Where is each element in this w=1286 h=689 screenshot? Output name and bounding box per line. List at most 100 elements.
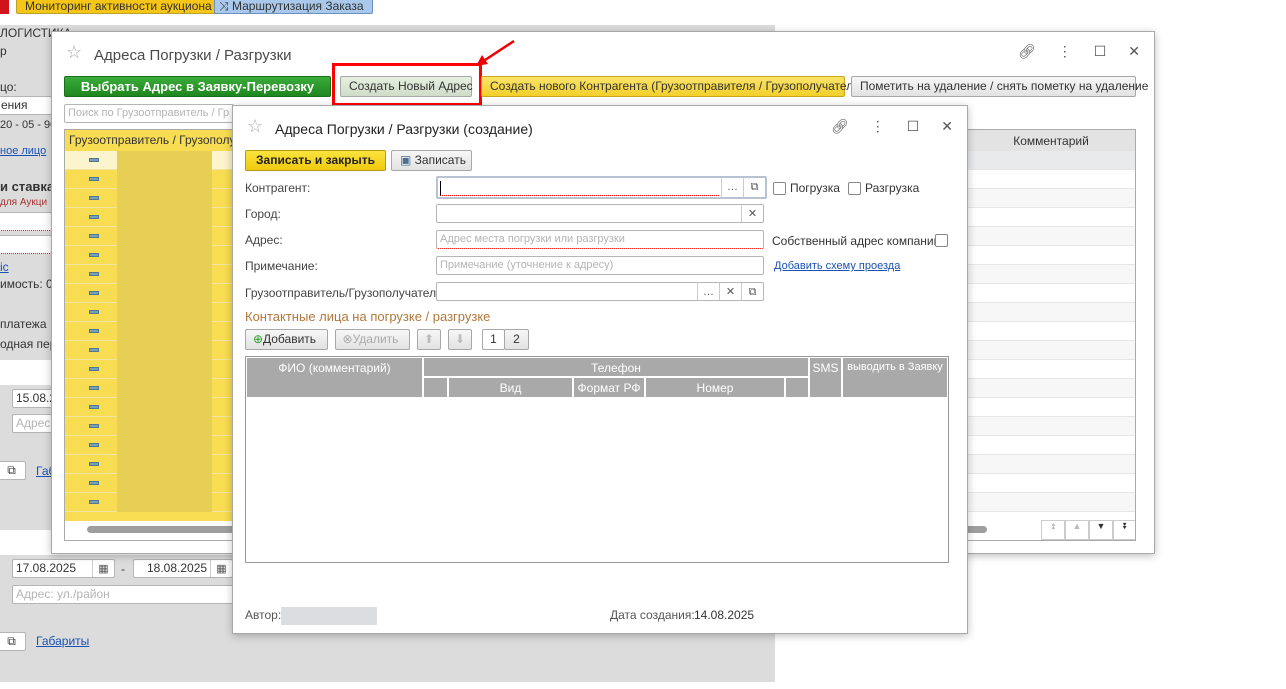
bg-field[interactable]: ения — [0, 96, 52, 115]
calendar-icon[interactable]: ▦ — [92, 560, 114, 577]
own-address-checkbox[interactable] — [935, 234, 948, 247]
table-row[interactable] — [65, 189, 233, 208]
select-button[interactable]: … — [721, 178, 743, 197]
table-row[interactable] — [65, 265, 233, 284]
table-row-comment[interactable] — [965, 246, 1135, 265]
table-row-comment[interactable] — [965, 208, 1135, 227]
more-icon[interactable]: ⋮ — [1058, 43, 1072, 60]
date-from-field[interactable]: 17.08.2025 ▦ — [12, 559, 115, 578]
table-row-comment[interactable] — [965, 360, 1135, 379]
loading-checkbox[interactable] — [773, 182, 786, 195]
bg-field-3[interactable] — [0, 235, 52, 254]
open-button-1[interactable]: ⧉ — [0, 461, 26, 480]
table-row-comment[interactable] — [965, 417, 1135, 436]
table-row[interactable] — [65, 474, 233, 493]
table-row-comment[interactable] — [965, 436, 1135, 455]
table-row[interactable] — [65, 227, 233, 246]
table-row[interactable] — [65, 379, 233, 398]
delete-contact-button[interactable]: ⊗Удалить — [335, 329, 410, 350]
open-icon[interactable]: ⧉ — [743, 178, 765, 197]
table-row-comment[interactable] — [965, 170, 1135, 189]
calendar-icon[interactable]: ▦ — [210, 560, 232, 577]
table-row[interactable] — [65, 151, 233, 170]
favorite-star-icon[interactable]: ☆ — [247, 116, 263, 137]
favorite-star-icon[interactable]: ☆ — [66, 42, 82, 63]
table-row[interactable] — [65, 208, 233, 227]
column-header-phone[interactable]: Телефон — [423, 357, 809, 377]
table-row-comment[interactable] — [965, 303, 1135, 322]
clear-icon[interactable]: ✕ — [719, 283, 741, 300]
add-contact-button[interactable]: ⊕Добавить — [245, 329, 328, 350]
red-toolbar-button[interactable] — [0, 0, 9, 14]
table-row-comment[interactable] — [965, 284, 1135, 303]
column-header-format[interactable]: Формат РФ — [573, 377, 645, 398]
table-row[interactable] — [65, 436, 233, 455]
prev-row-icon[interactable]: ▲ — [1065, 520, 1089, 540]
table-row[interactable] — [65, 246, 233, 265]
route-scheme-link[interactable]: Добавить схему проезда — [774, 260, 900, 272]
table-row-comment[interactable] — [965, 455, 1135, 474]
table-row-comment[interactable] — [965, 398, 1135, 417]
save-close-button[interactable]: Записать и закрыть — [245, 150, 386, 171]
mark-delete-button[interactable]: Пометить на удаление / снять пометку на … — [851, 76, 1148, 97]
table-row[interactable] — [65, 341, 233, 360]
table-row[interactable] — [65, 360, 233, 379]
open-icon[interactable]: ⧉ — [741, 283, 763, 300]
table-row-comment[interactable] — [965, 322, 1135, 341]
save-button[interactable]: ▣ Записать — [391, 150, 472, 171]
ic-link[interactable]: ic — [0, 260, 9, 274]
dimensions-link-2[interactable]: Габариты — [36, 634, 89, 648]
city-input[interactable]: ✕ — [436, 204, 764, 223]
table-row[interactable] — [65, 417, 233, 436]
table-row-comment[interactable] — [965, 265, 1135, 284]
select-address-button[interactable]: Выбрать Адрес в Заявку-Перевозку — [64, 76, 331, 97]
table-row-comment[interactable] — [965, 379, 1135, 398]
table-row-comment[interactable] — [965, 189, 1135, 208]
table-row-comment[interactable] — [965, 151, 1135, 170]
more-icon[interactable]: ⋮ — [871, 118, 885, 135]
last-row-icon[interactable]: ⏬︎ — [1113, 520, 1135, 540]
create-contractor-button[interactable]: Создать нового Контрагента (Грузоотправи… — [481, 76, 864, 97]
table-row[interactable] — [65, 170, 233, 189]
table-row-comment[interactable] — [965, 493, 1135, 512]
move-down-button[interactable]: ⬇ — [448, 329, 472, 350]
close-icon[interactable]: ✕ — [941, 118, 953, 135]
search-input[interactable]: Поиск по Грузоотправитель / Гр — [64, 104, 234, 123]
column-header-kind[interactable]: Вид — [448, 377, 573, 398]
table-row[interactable] — [65, 493, 233, 512]
move-up-button[interactable]: ⬆ — [417, 329, 441, 350]
page-2-button[interactable]: 2 — [504, 329, 529, 350]
clear-icon[interactable]: ✕ — [741, 205, 763, 222]
link-icon[interactable]: 🔗︎ — [1018, 43, 1036, 60]
link-icon[interactable]: 🔗︎ — [831, 118, 849, 135]
unloading-checkbox[interactable] — [848, 182, 861, 195]
table-row[interactable] — [65, 303, 233, 322]
table-row[interactable] — [65, 284, 233, 303]
address-input[interactable]: Адрес места погрузки или разгрузки — [436, 230, 764, 249]
table-row-comment[interactable] — [965, 474, 1135, 493]
create-address-button[interactable]: Создать Новый Адрес — [340, 76, 473, 97]
monitoring-button[interactable]: Мониторинг активности аукциона — [16, 0, 221, 14]
column-header-fio[interactable]: ФИО (комментарий) — [246, 357, 423, 398]
date-to-field[interactable]: 18.08.2025 ▦ — [133, 559, 233, 578]
maximize-icon[interactable]: ☐ — [1094, 43, 1107, 60]
shipper-input[interactable]: … ✕ ⧉ — [436, 282, 764, 301]
routing-button[interactable]: ⤨ Маршрутизация Заказа — [214, 0, 373, 14]
table-row-comment[interactable] — [965, 227, 1135, 246]
note-input[interactable]: Примечание (уточнение к адресу) — [436, 256, 764, 275]
bg-field-2[interactable] — [0, 212, 52, 231]
contact-link[interactable]: ное лицо — [0, 145, 46, 157]
contractor-input[interactable]: … ⧉ — [436, 176, 767, 199]
page-1-button[interactable]: 1 — [482, 329, 505, 350]
select-button[interactable]: … — [697, 283, 719, 300]
open-button-2[interactable]: ⧉ — [0, 632, 26, 651]
column-header-shipper[interactable]: Грузоотправитель / Грузополуч — [65, 130, 233, 151]
column-header-sms[interactable]: SMS — [809, 357, 842, 398]
close-icon[interactable]: ✕ — [1128, 43, 1140, 60]
column-header-comment[interactable]: Комментарий — [965, 130, 1135, 151]
address-field-2[interactable]: Адрес: ул./район — [12, 585, 237, 604]
table-row[interactable] — [65, 455, 233, 474]
maximize-icon[interactable]: ☐ — [907, 118, 920, 135]
column-header-show[interactable]: выводить в Заявку — [842, 357, 948, 398]
column-header-number[interactable]: Номер — [645, 377, 785, 398]
